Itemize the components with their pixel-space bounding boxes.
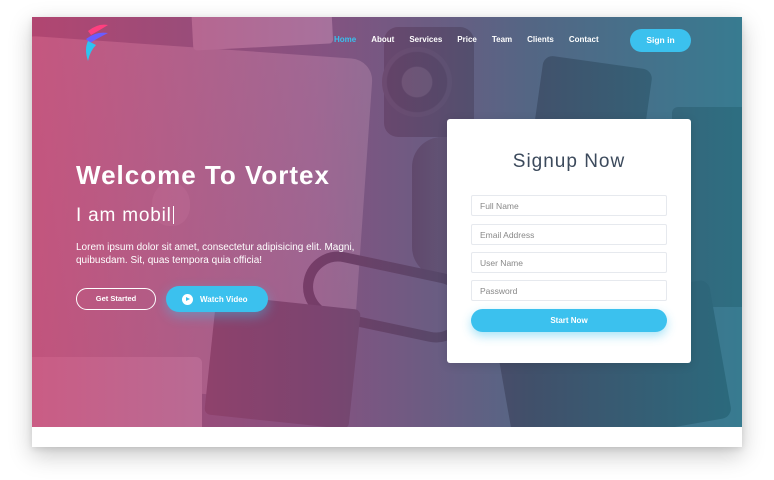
nav-item-contact[interactable]: Contact [569, 35, 599, 44]
sign-in-button[interactable]: Sign in [630, 29, 691, 52]
signup-title: Signup Now [512, 151, 626, 172]
typing-caret [172, 206, 174, 224]
page-bottom-strip [32, 427, 742, 447]
get-started-button[interactable]: Get Started [76, 288, 156, 310]
typed-text: I am mobil [76, 205, 172, 226]
username-field[interactable] [471, 252, 667, 273]
email-field[interactable] [471, 224, 667, 245]
password-field[interactable] [471, 280, 667, 301]
vortex-logo-icon[interactable] [82, 21, 110, 63]
hero-section: Home About Services Price Team Clients C… [32, 17, 742, 427]
page-frame: Home About Services Price Team Clients C… [32, 17, 742, 447]
nav-item-home[interactable]: Home [334, 35, 356, 44]
main-nav: Home About Services Price Team Clients C… [334, 35, 614, 44]
play-icon [182, 293, 193, 305]
start-now-button[interactable]: Start Now [471, 309, 667, 332]
full-name-field[interactable] [471, 195, 667, 216]
hero-description: Lorem ipsum dolor sit amet, consectetur … [76, 242, 355, 266]
nav-item-about[interactable]: About [371, 35, 394, 44]
watch-video-label: Watch Video [200, 294, 248, 304]
hero-title: Welcome To Vortex [76, 160, 330, 190]
hero-typed-line: I am mobil [76, 205, 174, 227]
nav-item-services[interactable]: Services [409, 35, 442, 44]
signup-card: Signup Now Start Now [447, 119, 691, 363]
nav-item-clients[interactable]: Clients [527, 35, 554, 44]
nav-item-price[interactable]: Price [457, 35, 477, 44]
watch-video-button[interactable]: Watch Video [166, 286, 268, 312]
nav-item-team[interactable]: Team [492, 35, 512, 44]
